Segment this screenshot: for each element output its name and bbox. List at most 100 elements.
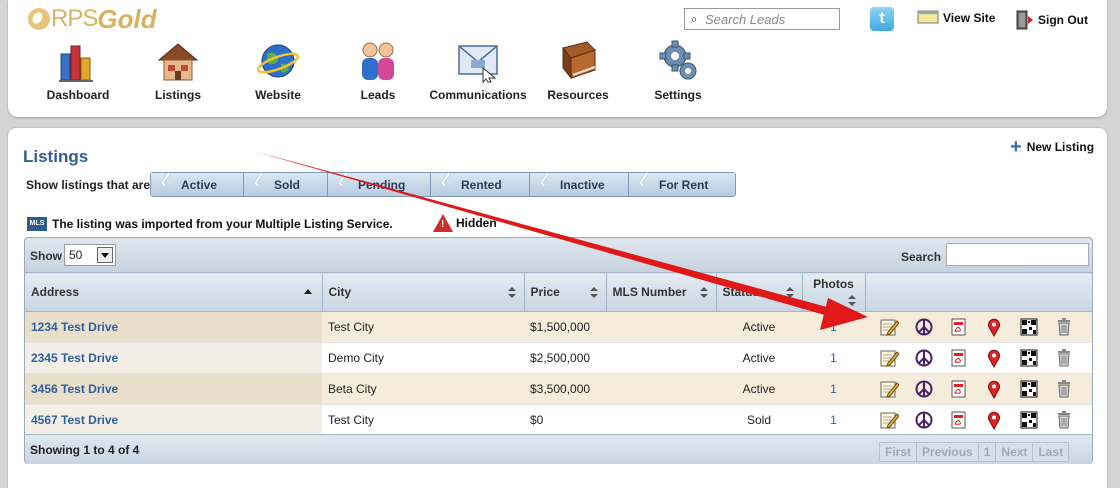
map-pin-icon[interactable] [976,378,1011,400]
table-toolbar: Show 50 Search [25,238,1092,272]
filter-sold[interactable]: Sold [244,173,328,196]
listing-address-link[interactable]: 4567 Test Drive [31,413,118,427]
envelope-icon [455,38,501,84]
edit-icon[interactable] [871,378,906,400]
filter-pending[interactable]: Pending [328,173,431,196]
new-listing-button[interactable]: + New Listing [1010,137,1094,157]
listing-address-link[interactable]: 3456 Test Drive [31,382,118,396]
edit-icon[interactable] [871,316,906,338]
pager-next[interactable]: Next [996,443,1034,461]
table-row: 2345 Test Drive Demo City $2,500,000 Active… [25,342,1092,374]
filter-inactive[interactable]: Inactive [530,173,629,196]
pager-first[interactable]: First [880,443,918,461]
cell-city: Test City [322,404,524,436]
pdf-icon[interactable] [941,378,976,400]
cell-photos[interactable]: 1 [802,404,865,436]
cell-actions [865,342,1092,374]
peace-icon[interactable] [906,378,941,400]
status-filter-bar: Active Sold Pending Rented Inactive For … [150,172,736,197]
checkmark-icon [159,177,175,193]
people-icon [355,38,401,84]
cell-mls-number [606,404,716,436]
qr-code-icon[interactable] [1011,409,1046,431]
cell-address: 3456 Test Drive [25,373,322,405]
sign-out-link[interactable]: Sign Out [1016,10,1088,30]
trash-icon[interactable] [1046,347,1081,369]
warning-icon: ! [433,214,453,232]
sort-icon [847,295,856,307]
nav-resources[interactable]: Resources [528,38,628,102]
map-pin-icon[interactable] [976,347,1011,369]
gear-icon [655,38,701,84]
map-pin-icon[interactable] [976,316,1011,338]
search-leads-input[interactable] [703,10,837,28]
column-city[interactable]: City [322,272,525,312]
cell-mls-number [606,373,716,405]
listing-address-link[interactable]: 1234 Test Drive [31,320,118,334]
pdf-icon[interactable] [941,347,976,369]
edit-icon[interactable] [871,347,906,369]
column-status[interactable]: Status [716,272,803,312]
qr-code-icon[interactable] [1011,378,1046,400]
nav-communications[interactable]: Communications [428,38,528,102]
cell-mls-number [606,342,716,374]
chevron-down-icon [97,247,113,263]
pager-page-1[interactable]: 1 [978,443,997,461]
trash-icon[interactable] [1046,378,1081,400]
nav-leads[interactable]: Leads [328,38,428,102]
cell-price: $2,500,000 [524,342,606,374]
nav-dashboard[interactable]: Dashboard [28,38,128,102]
column-mls-number[interactable]: MLS Number [606,272,717,312]
twitter-icon[interactable]: t [870,7,894,31]
sort-icon [507,287,516,299]
peace-icon[interactable] [906,316,941,338]
table-row: 4567 Test Drive Test City $0 Sold 1 [25,404,1092,436]
top-header: RPS Gold Dashboard Listings Website Lead… [8,0,1107,117]
filter-active[interactable]: Active [151,173,244,196]
cell-status: Active [716,342,802,374]
monitor-icon [917,10,939,24]
cell-photos[interactable]: 1 [802,311,865,343]
mls-legend: MLS The listing was imported from your M… [27,217,393,231]
checkmark-icon [439,177,455,193]
edit-icon[interactable] [871,409,906,431]
sort-ascending-icon [303,289,312,294]
cell-city: Demo City [322,342,524,374]
sort-icon [699,287,708,299]
page-size-select[interactable]: 50 [64,244,116,266]
cell-photos[interactable]: 1 [802,342,865,374]
search-leads-box[interactable]: ⌕ [684,8,840,30]
filter-for-rent[interactable]: For Rent [629,173,735,196]
column-address[interactable]: Address [25,272,323,312]
view-site-link[interactable]: View Site [917,10,995,26]
pager-previous[interactable]: Previous [917,443,979,461]
cell-price: $3,500,000 [524,373,606,405]
column-photos[interactable]: Photos [802,272,866,312]
checkmark-icon [252,177,268,193]
cell-photos[interactable]: 1 [802,373,865,405]
nav-listings[interactable]: Listings [128,38,228,102]
table-search-input[interactable] [946,243,1089,266]
listing-address-link[interactable]: 2345 Test Drive [31,351,118,365]
pdf-icon[interactable] [941,409,976,431]
cell-city: Beta City [322,373,524,405]
listings-table: Address City Price MLS Number Status Pho… [25,272,1092,436]
trash-icon[interactable] [1046,409,1081,431]
trash-icon[interactable] [1046,316,1081,338]
rpsgold-logo[interactable]: RPS Gold [28,4,157,34]
column-price[interactable]: Price [524,272,607,312]
peace-icon[interactable] [906,409,941,431]
pager-last[interactable]: Last [1033,443,1069,461]
map-pin-icon[interactable] [976,409,1011,431]
cell-status: Active [716,311,802,343]
qr-code-icon[interactable] [1011,347,1046,369]
nav-website[interactable]: Website [228,38,328,102]
nav-settings[interactable]: Settings [628,38,728,102]
filter-rented[interactable]: Rented [431,173,530,196]
checkmark-icon [538,177,554,193]
listings-panel: Listings + New Listing Show listings tha… [8,128,1107,488]
qr-code-icon[interactable] [1011,316,1046,338]
peace-icon[interactable] [906,347,941,369]
pdf-icon[interactable] [941,316,976,338]
cell-address: 4567 Test Drive [25,404,322,436]
